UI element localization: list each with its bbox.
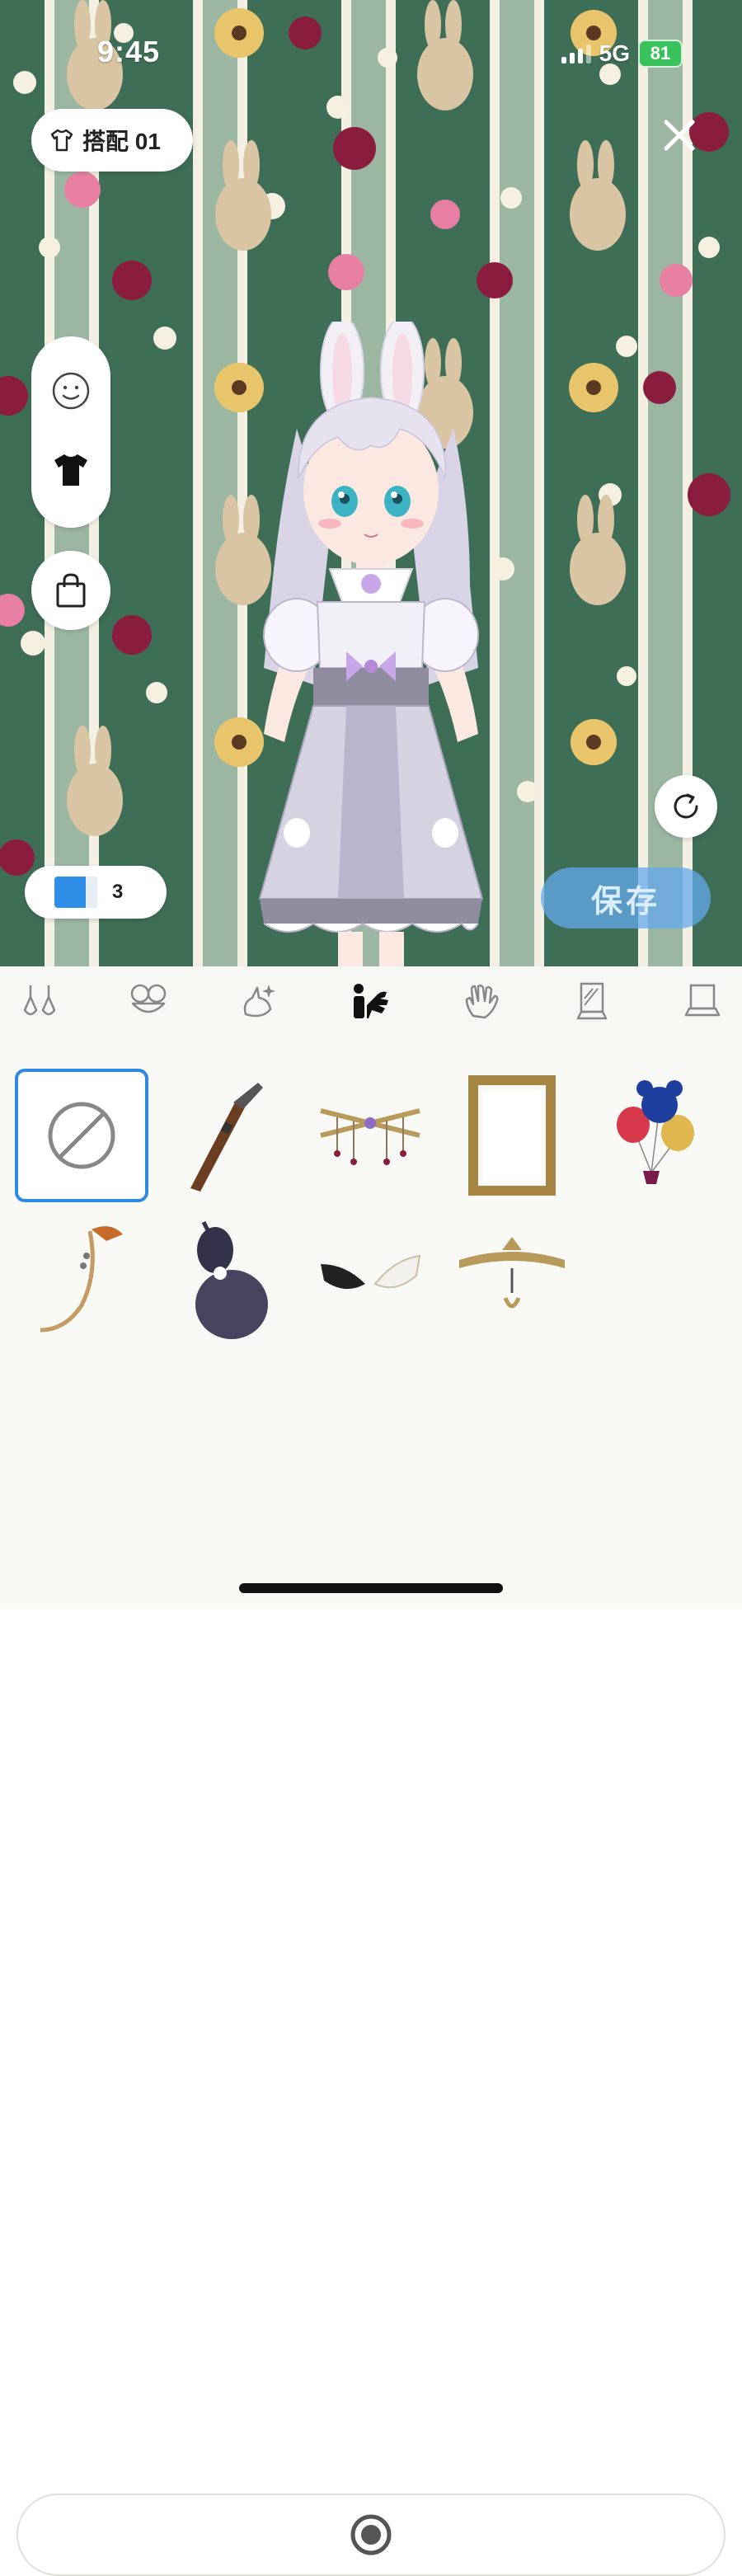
category-tabbar xyxy=(0,966,742,1037)
bag-icon xyxy=(56,573,86,608)
capture-bar[interactable] xyxy=(16,2494,726,2576)
side-toolbar xyxy=(31,336,110,528)
ticket-counter[interactable]: 3 xyxy=(25,866,167,919)
ticket-count: 3 xyxy=(112,881,124,903)
tab-effects[interactable] xyxy=(236,978,282,1024)
face-button[interactable] xyxy=(51,371,91,411)
item-tiara[interactable] xyxy=(445,1214,579,1347)
item-picture-frame[interactable] xyxy=(445,1069,579,1202)
item-balloons[interactable] xyxy=(589,1069,722,1202)
tab-hands[interactable] xyxy=(458,978,505,1024)
mask-icon xyxy=(130,984,167,1013)
tiara-icon xyxy=(459,1237,565,1309)
hand-icon xyxy=(465,985,499,1019)
item-rifle[interactable] xyxy=(158,1069,292,1202)
save-button[interactable]: 保存 xyxy=(541,867,711,928)
tab-pose[interactable] xyxy=(348,978,394,1024)
outfit-label: 搭配 01 xyxy=(82,129,161,154)
item-none[interactable] xyxy=(15,1069,148,1202)
laptop-icon xyxy=(684,984,721,1017)
balloons-icon xyxy=(617,1080,694,1184)
home-indicator xyxy=(239,1583,503,1593)
frame-stand-icon xyxy=(576,982,608,1020)
none-icon xyxy=(48,1102,115,1169)
item-chain[interactable] xyxy=(303,1069,437,1202)
item-tail[interactable] xyxy=(15,1214,148,1347)
outfit-selector[interactable]: 搭配 01 xyxy=(31,109,193,172)
record-icon xyxy=(350,2514,392,2555)
effect-icon xyxy=(243,985,275,1018)
tab-device[interactable] xyxy=(679,978,726,1024)
close-icon[interactable] xyxy=(658,114,701,157)
pose-icon xyxy=(354,984,388,1018)
face-icon xyxy=(52,372,90,410)
battery-indicator: 81 xyxy=(638,40,683,68)
refresh-icon xyxy=(674,793,698,819)
gourd-icon xyxy=(195,1220,268,1339)
status-time: 9:45 xyxy=(97,35,161,68)
shirt-icon xyxy=(50,129,73,152)
status-indicators: 5G 81 xyxy=(561,40,683,68)
item-gourd[interactable] xyxy=(158,1214,292,1347)
item-grid xyxy=(0,1036,742,2576)
wings-icon xyxy=(321,1254,421,1290)
tab-backdrop[interactable] xyxy=(569,978,615,1024)
rifle-icon xyxy=(190,1083,263,1192)
tail-icon xyxy=(40,1226,123,1333)
avatar-character xyxy=(258,322,484,966)
outfit-button[interactable] xyxy=(51,450,91,490)
tab-face-accessory[interactable] xyxy=(125,978,171,1024)
avatar-stage: 9:45 5G 81 搭配 01 3 保存 xyxy=(0,0,742,966)
item-wings[interactable] xyxy=(303,1214,437,1347)
earrings-icon xyxy=(23,985,56,1016)
chain-icon xyxy=(320,1108,420,1165)
shirt-icon xyxy=(54,454,87,486)
signal-icon xyxy=(561,44,591,63)
shop-button[interactable] xyxy=(31,551,110,630)
network-label: 5G xyxy=(599,40,630,66)
tab-earrings[interactable] xyxy=(16,978,63,1024)
reset-pose-button[interactable] xyxy=(655,775,717,838)
picture-frame-icon xyxy=(468,1075,556,1196)
ticket-icon xyxy=(54,877,97,908)
